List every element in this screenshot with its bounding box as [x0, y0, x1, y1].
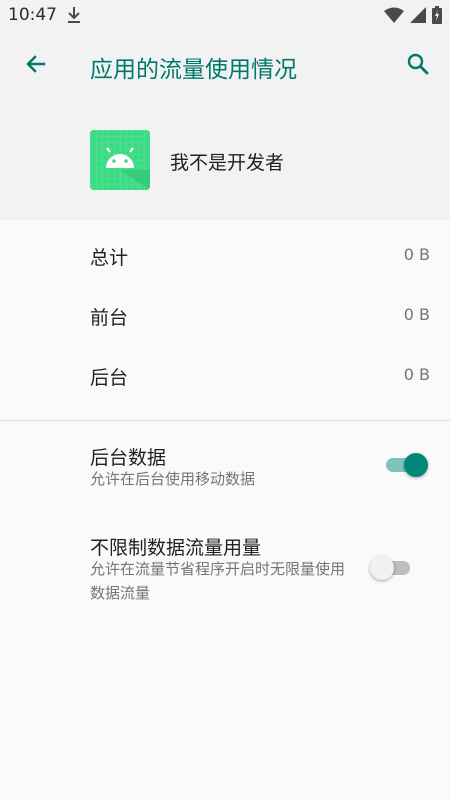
search-icon — [406, 52, 430, 80]
status-time: 10:47 — [8, 5, 57, 25]
search-button[interactable] — [396, 44, 440, 88]
status-bar: 10:47 — [0, 0, 450, 30]
preference-title: 后台数据 — [90, 447, 167, 469]
back-button[interactable] — [14, 44, 58, 88]
usage-label: 后台 — [90, 367, 129, 389]
status-icons — [384, 6, 442, 28]
background-data-toggle[interactable] — [382, 450, 430, 480]
background-data-preference[interactable]: 后台数据 允许在后台使用移动数据 — [0, 430, 450, 500]
app-bar: 应用的流量使用情况 — [0, 30, 450, 102]
wifi-icon — [384, 7, 404, 27]
preference-title: 不限制数据流量用量 — [90, 537, 262, 559]
download-icon — [66, 6, 82, 28]
usage-value: 0 B — [403, 305, 430, 324]
page-title: 应用的流量使用情况 — [90, 57, 297, 83]
usage-row-total: 总计 0 B — [0, 225, 450, 285]
toggle-thumb — [370, 556, 394, 580]
unrestricted-data-toggle[interactable] — [370, 553, 418, 583]
usage-label: 总计 — [90, 247, 129, 269]
usage-label: 前台 — [90, 307, 129, 329]
arrow-back-icon — [24, 52, 48, 80]
usage-row-foreground: 前台 0 B — [0, 285, 450, 345]
usage-row-background: 后台 0 B — [0, 345, 450, 405]
signal-icon — [410, 7, 426, 27]
app-header: 我不是开发者 — [0, 102, 450, 220]
unrestricted-data-preference[interactable]: 不限制数据流量用量 允许在流量节省程序开启时无限量使用数据流量 — [0, 520, 450, 620]
usage-value: 0 B — [403, 245, 430, 264]
toggle-thumb — [404, 453, 428, 477]
preference-summary: 允许在后台使用移动数据 — [90, 470, 256, 488]
divider — [0, 420, 450, 421]
app-name: 我不是开发者 — [170, 152, 285, 174]
battery-icon — [432, 6, 442, 28]
preference-summary: 允许在流量节省程序开启时无限量使用数据流量 — [90, 560, 346, 602]
android-icon — [90, 130, 150, 190]
usage-value: 0 B — [403, 365, 430, 384]
